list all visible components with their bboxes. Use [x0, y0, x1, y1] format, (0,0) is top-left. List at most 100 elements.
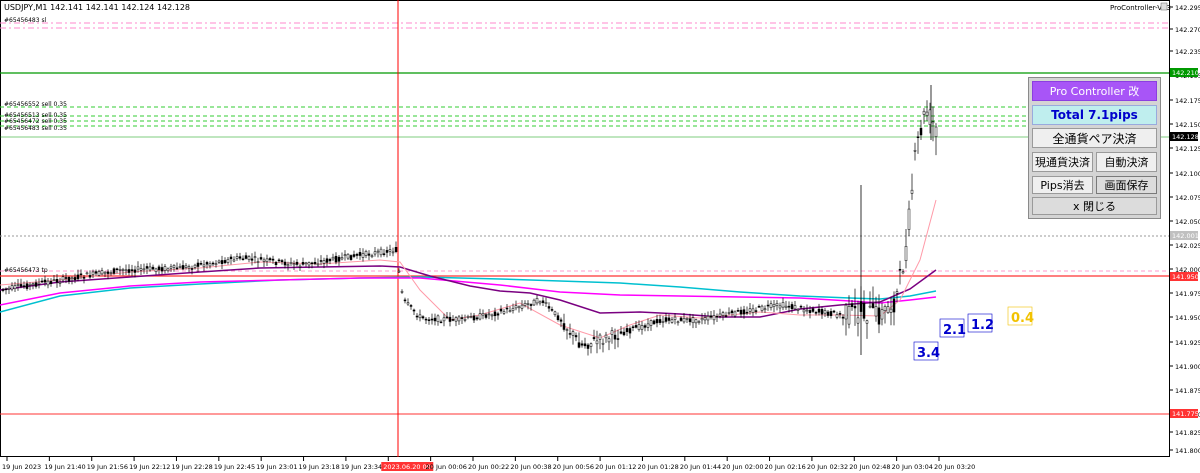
close-all-pairs-button[interactable]: 全通貨ペア決済: [1032, 128, 1157, 148]
candle-body: [643, 325, 647, 328]
candle-body: [169, 266, 173, 269]
time-tick-label: 20 Jun 02:16: [765, 463, 806, 471]
candle-body: [556, 315, 560, 321]
candle-body: [874, 306, 878, 317]
panel-title-button[interactable]: Pro Controller 改: [1032, 81, 1157, 101]
time-tick-label: 19 Jun 23:34: [341, 463, 382, 471]
candle-body: [631, 326, 635, 329]
candle-body: [349, 255, 353, 260]
candle-body: [565, 329, 569, 331]
candle-body: [286, 264, 290, 267]
candle-body: [553, 311, 557, 315]
candle-body: [847, 305, 851, 325]
candle-body: [217, 260, 221, 263]
candle-body: [376, 250, 380, 253]
candle-body: [400, 291, 404, 293]
candle-body: [214, 263, 218, 265]
price-chart[interactable]: USDJPY,M1 142.141 142.141 142.124 142.12…: [0, 0, 1200, 473]
close-panel-button[interactable]: x 閉じる: [1032, 197, 1157, 215]
candle-body: [61, 276, 65, 281]
close-current-pair-button[interactable]: 現通貨決済: [1032, 152, 1093, 172]
candle-body: [808, 310, 812, 313]
time-tick-label: 20 Jun 00:38: [510, 463, 551, 471]
candle-body: [31, 283, 35, 286]
candle-body: [628, 328, 632, 334]
candle-body: [55, 279, 59, 283]
candle-body: [712, 315, 716, 321]
candle-body: [232, 259, 236, 262]
candle-body: [796, 309, 800, 311]
candle-body: [898, 269, 902, 271]
candle-body: [604, 334, 608, 339]
candle-body: [436, 315, 440, 322]
candle-body: [304, 262, 308, 265]
candle-body: [541, 300, 545, 303]
candle-body: [508, 310, 512, 312]
candle-body: [322, 260, 326, 264]
candle-body: [865, 320, 869, 324]
candle-body: [910, 189, 914, 194]
candle-body: [85, 272, 89, 275]
price-tick-label: 142.125: [1175, 145, 1200, 153]
candle-body: [763, 308, 767, 311]
candle-body: [634, 325, 638, 328]
candle-body: [250, 258, 254, 261]
price-tick-label: 141.875: [1175, 387, 1200, 395]
candle-body: [745, 311, 749, 314]
candle-body: [70, 277, 74, 280]
candle-body: [580, 343, 584, 346]
pips-value-1: 2.1: [943, 323, 966, 338]
candle-body: [43, 279, 47, 283]
candle-body: [25, 283, 29, 289]
candle-body: [439, 321, 443, 324]
candle-body: [667, 317, 671, 321]
candle-body: [733, 311, 737, 317]
time-tick-label: 19 Jun 2023: [2, 463, 41, 471]
candle-body: [463, 319, 467, 321]
candle-body: [757, 306, 761, 308]
candle-body: [832, 310, 836, 313]
candle-body: [316, 263, 320, 266]
price-tag-label: 142.001: [1172, 232, 1199, 240]
candle-body: [811, 308, 815, 312]
pips-value-3: 0.4: [1011, 311, 1034, 326]
candle-body: [385, 250, 389, 253]
candle-body: [490, 314, 494, 317]
candle-body: [370, 255, 374, 258]
time-tick-label: 20 Jun 03:20: [934, 463, 975, 471]
candle-body: [184, 265, 188, 268]
candle-body: [22, 285, 26, 287]
candle-body: [265, 258, 269, 262]
candle-body: [100, 270, 104, 275]
candle-body: [868, 305, 872, 308]
candle-body: [181, 265, 185, 270]
candle-body: [346, 253, 350, 259]
ma-mid-line: [0, 265, 937, 318]
candle-body: [448, 316, 452, 322]
order-label-sell-4: #65456483 sell 0.35: [4, 125, 67, 132]
price-tick-label: 142.100: [1175, 170, 1200, 178]
candle-body: [292, 263, 296, 266]
candle-body: [655, 319, 659, 324]
candle-body: [421, 316, 425, 319]
candle-body: [262, 259, 266, 262]
candle-body: [79, 273, 83, 276]
candle-body: [127, 269, 131, 273]
candle-body: [46, 280, 50, 286]
auto-close-button[interactable]: 自動決済: [1096, 152, 1157, 172]
save-screen-button[interactable]: 画面保存: [1096, 176, 1157, 194]
candle-body: [934, 126, 938, 137]
candle-body: [91, 271, 95, 275]
candle-body: [337, 256, 341, 262]
pips-clear-button[interactable]: Pips消去: [1032, 176, 1093, 194]
candle-body: [574, 335, 578, 338]
candle-body: [688, 318, 692, 323]
price-tag-label: 142.210: [1172, 69, 1199, 77]
candle-body: [427, 319, 431, 321]
candle-body: [64, 277, 68, 279]
candle-body: [850, 303, 854, 308]
candle-body: [502, 311, 506, 314]
candle-body: [37, 282, 41, 285]
candle-body: [442, 317, 446, 322]
candle-body: [343, 254, 347, 256]
